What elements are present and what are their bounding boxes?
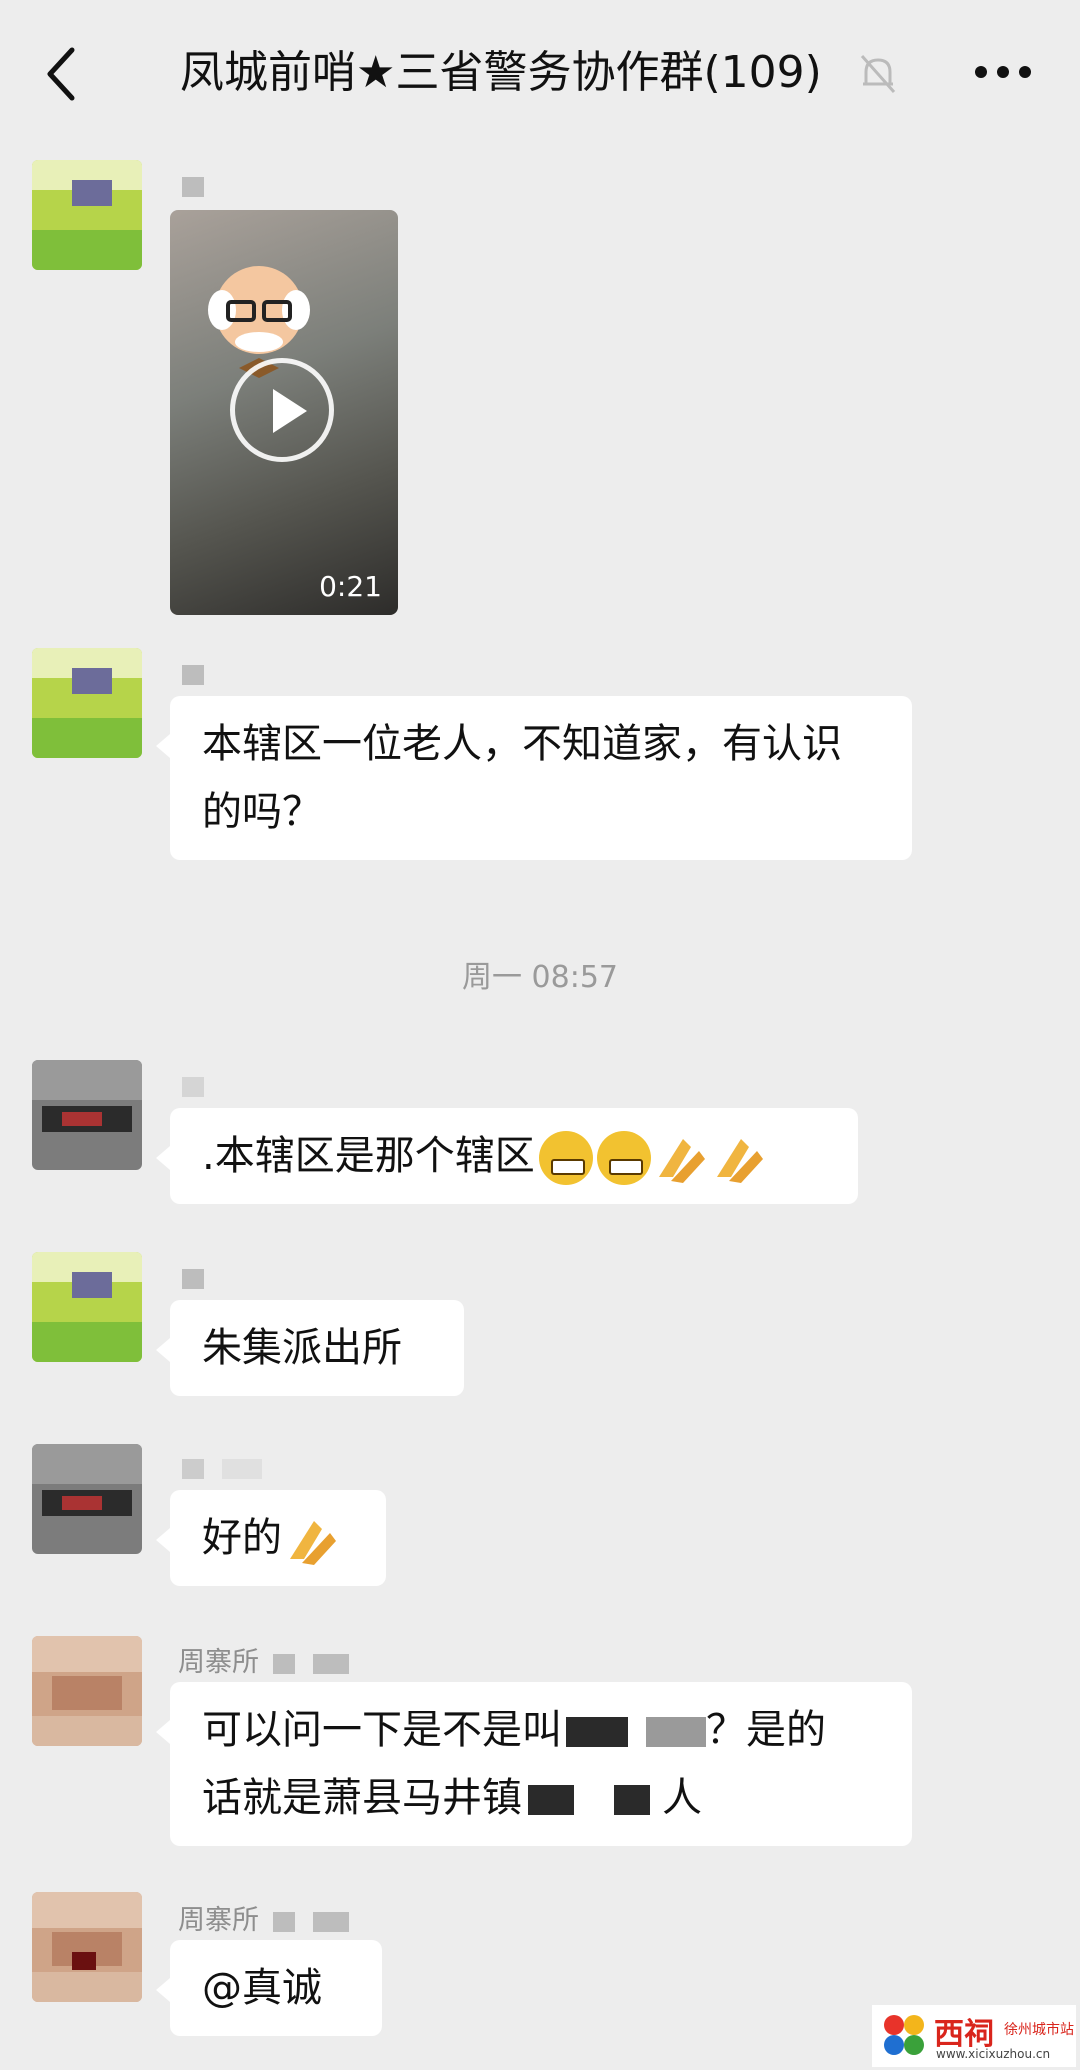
folded-hands-emoji-icon xyxy=(658,1139,705,1183)
folded-hands-emoji-icon xyxy=(716,1139,763,1183)
sender-name xyxy=(178,1070,204,1101)
message-bubble[interactable]: @真诚 xyxy=(156,1940,382,2036)
sender-name xyxy=(178,170,204,201)
redacted-text xyxy=(646,1717,706,1747)
more-dots-icon[interactable] xyxy=(975,66,1035,84)
message-text: ？是的 xyxy=(706,1707,826,1753)
message-text: @真诚 xyxy=(202,1965,322,2011)
message-text: 好的 xyxy=(202,1515,282,1561)
message-bubble[interactable]: .本辖区是那个辖区 xyxy=(156,1108,858,1204)
redacted-text xyxy=(528,1785,574,1815)
message-bubble[interactable]: 本辖区一位老人，不知道家，有认识的吗？ xyxy=(156,696,912,860)
avatar[interactable] xyxy=(32,1444,142,1554)
site-watermark: 西祠 徐州城市站 www.xicixuzhou.cn xyxy=(872,2005,1076,2067)
message-bubble[interactable]: 朱集派出所 xyxy=(156,1300,464,1396)
sender-name xyxy=(178,1452,262,1483)
video-duration: 0:21 xyxy=(319,570,382,603)
avatar[interactable] xyxy=(32,1252,142,1362)
message-text: 本辖区一位老人，不知道家，有认识的吗？ xyxy=(202,721,842,835)
avatar[interactable] xyxy=(32,1636,142,1746)
time-divider: 周一 08:57 xyxy=(462,960,618,995)
message-text: 朱集派出所 xyxy=(202,1325,402,1371)
folded-hands-emoji-icon xyxy=(290,1521,336,1565)
avatar[interactable] xyxy=(32,1060,142,1170)
redacted-text xyxy=(614,1785,650,1815)
grinning-emoji-icon xyxy=(596,1131,651,1185)
redacted-text xyxy=(566,1717,628,1747)
chat-title: 凤城前哨★三省警务协作群(109) xyxy=(180,47,822,98)
message-text: .本辖区是那个辖区 xyxy=(202,1133,535,1179)
message-text: 话就是萧县马井镇 xyxy=(202,1775,522,1821)
message-bubble[interactable]: 好的 xyxy=(156,1490,386,1586)
message-bubble[interactable]: 可以问一下是不是叫 ？是的 话就是萧县马井镇 人 xyxy=(156,1682,912,1846)
avatar[interactable] xyxy=(32,648,142,758)
message-text: 可以问一下是不是叫 xyxy=(202,1707,562,1753)
avatar[interactable] xyxy=(32,1892,142,2002)
sender-name: 周寨所 xyxy=(178,1898,349,1937)
chevron-left-icon[interactable] xyxy=(38,44,88,104)
watermark-subtitle: 徐州城市站 xyxy=(1004,2022,1074,2038)
play-button[interactable] xyxy=(230,358,334,462)
sender-name xyxy=(178,658,204,689)
bell-off-icon xyxy=(860,55,896,93)
grinning-emoji-icon xyxy=(538,1131,593,1185)
pinwheel-logo-icon xyxy=(884,2015,924,2055)
message-text: 人 xyxy=(662,1775,702,1821)
avatar[interactable] xyxy=(32,160,142,270)
video-message[interactable]: 0:21 xyxy=(170,210,398,615)
sender-name xyxy=(178,1262,204,1293)
watermark-url: www.xicixuzhou.cn xyxy=(936,2047,1051,2061)
chat-header: 凤城前哨★三省警务协作群(109) xyxy=(0,0,1080,150)
sender-name: 周寨所 xyxy=(178,1640,349,1679)
